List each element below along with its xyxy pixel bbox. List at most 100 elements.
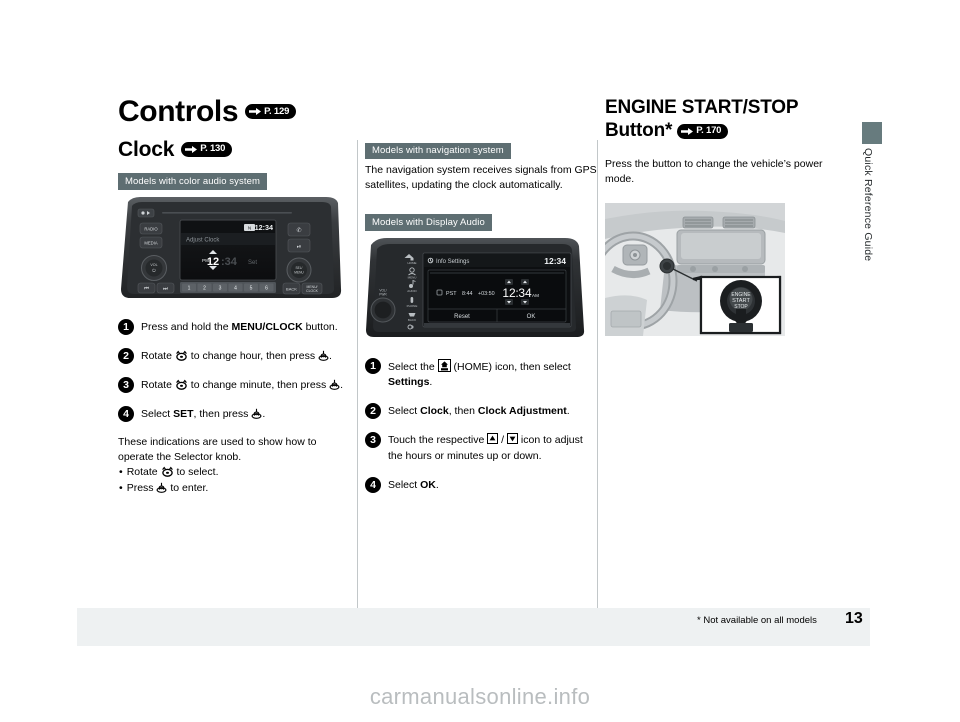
step-1-post: button. xyxy=(302,320,338,333)
svg-text:34: 34 xyxy=(518,286,532,300)
page-reference-129-label: P. 129 xyxy=(264,106,290,117)
bullet-rotate-post: to select. xyxy=(173,466,219,479)
selector-rotate-icon xyxy=(161,466,173,478)
step-2: 2 Rotate to change hour, then press . xyxy=(118,347,350,364)
display-audio-unit-svg: HOME MENU AUDIO PHONE BACK VOL/ PWR Info… xyxy=(366,237,585,337)
svg-text:⏻: ⏻ xyxy=(152,268,156,273)
home-icon xyxy=(437,358,451,372)
svg-text:Adjust Clock: Adjust Clock xyxy=(186,237,220,243)
column-divider-2 xyxy=(597,140,598,614)
svg-text:Info Settings: Info Settings xyxy=(436,259,469,265)
step-2-text: Rotate to change hour, then press . xyxy=(141,348,332,364)
page-number: 13 xyxy=(845,610,863,627)
bullet-rotate-text: Rotate to select. xyxy=(127,465,219,481)
svg-text:AM: AM xyxy=(532,293,539,298)
engine-title-line2: Button xyxy=(605,120,665,142)
bullet-rotate: • Rotate to select. xyxy=(119,465,350,481)
page-reference-129[interactable]: P. 129 xyxy=(245,104,297,120)
bullet-rotate-pre: Rotate xyxy=(126,466,161,479)
svg-text:1: 1 xyxy=(188,285,191,291)
step-4-post: , then press xyxy=(193,408,252,421)
svg-text:AUDIO: AUDIO xyxy=(407,289,417,293)
steps-color-audio: 1 Press and hold the MENU/CLOCK button. … xyxy=(118,318,350,423)
da-step-1-pre: Select the xyxy=(388,360,438,373)
step-3-tail: . xyxy=(340,379,344,392)
svg-text:12:34: 12:34 xyxy=(255,223,273,232)
step-1: 1 Press and hold the MENU/CLOCK button. xyxy=(118,318,350,335)
step-2-number: 2 xyxy=(118,347,134,364)
svg-text:✆: ✆ xyxy=(296,227,301,234)
bullet-press-pre: Press xyxy=(126,482,157,495)
da-step-2-bold2: Clock Adjustment xyxy=(477,405,567,418)
selector-rotate-icon xyxy=(175,379,187,390)
step-3-number: 3 xyxy=(118,377,134,394)
step-3-post: to change minute, then press xyxy=(187,379,330,392)
page-reference-170[interactable]: P. 170 xyxy=(677,123,729,139)
bullet-press-text: Press to enter. xyxy=(127,481,209,497)
step-4-tail: . xyxy=(262,408,266,421)
da-step-3: 3 Touch the respective / icon to adjust … xyxy=(365,432,597,463)
selector-rotate-icon xyxy=(175,350,187,361)
badge-color-audio: Models with color audio system xyxy=(118,173,267,190)
step-3: 3 Rotate to change minute, then press . xyxy=(118,377,350,394)
bullet-press: • Press to enter. xyxy=(119,481,350,497)
da-step-4-tail: . xyxy=(435,478,439,491)
page-reference-170-label: P. 170 xyxy=(696,125,722,137)
svg-text:BACK: BACK xyxy=(286,286,297,291)
svg-text:12: 12 xyxy=(502,286,516,300)
page-columns: Controls P. 129 Clock P. 130 Models with… xyxy=(118,96,858,616)
step-2-tail: . xyxy=(329,349,332,362)
arrow-down-icon xyxy=(507,433,518,445)
page-title-text: Controls xyxy=(118,95,239,128)
footnote-text: * Not available on all models xyxy=(697,615,817,626)
page-reference-130[interactable]: P. 130 xyxy=(181,141,233,157)
step-4-pre: Select xyxy=(141,408,174,421)
selector-press-icon xyxy=(329,379,340,390)
column-middle: Models with navigation system The naviga… xyxy=(365,96,597,506)
badge-display-audio: Models with Display Audio xyxy=(365,214,492,231)
section-tab: Quick Reference Guide xyxy=(862,122,882,282)
svg-text:3: 3 xyxy=(219,285,222,291)
da-step-4-number: 4 xyxy=(365,476,381,493)
da-step-2-bold: Clock xyxy=(420,405,449,418)
svg-text:OK: OK xyxy=(527,314,536,320)
svg-text:2: 2 xyxy=(203,285,206,291)
step-1-number: 1 xyxy=(118,318,134,335)
page-title: Controls P. 129 xyxy=(118,96,350,128)
bullet-dot: • xyxy=(119,482,123,495)
svg-text:6: 6 xyxy=(265,285,268,291)
step-2-post: to change hour, then press xyxy=(187,349,319,362)
svg-text:Reset: Reset xyxy=(454,314,470,320)
section-tab-block xyxy=(862,122,882,144)
column-divider-1 xyxy=(357,140,358,614)
svg-text:N: N xyxy=(248,225,251,230)
da-step-4-bold: OK xyxy=(420,478,436,491)
engine-title-asterisk: * xyxy=(665,120,673,142)
da-step-4-text: Select OK. xyxy=(388,477,439,493)
step-3-pre: Rotate xyxy=(141,379,175,392)
bullet-press-post: to enter. xyxy=(167,482,209,495)
da-step-1-number: 1 xyxy=(365,357,381,374)
engine-title-line1: ENGINE START/STOP xyxy=(605,97,799,118)
interior-dashboard-svg: ENGINE START STOP xyxy=(588,203,785,337)
step-3-text: Rotate to change minute, then press . xyxy=(141,377,343,393)
da-step-1-bold: Settings xyxy=(388,376,430,389)
da-step-1-mid: (HOME) icon, then select xyxy=(450,360,571,373)
svg-text:SEL/: SEL/ xyxy=(296,266,303,270)
svg-text:Set: Set xyxy=(248,260,257,266)
figure-engine-start-stop: ENGINE START STOP xyxy=(588,193,845,341)
svg-text:HOME: HOME xyxy=(408,261,417,265)
svg-text:MEDIA: MEDIA xyxy=(144,240,157,245)
selector-knob-note: These indications are used to show how t… xyxy=(118,436,317,464)
figure-color-audio-system: RADIO MEDIA VOL ⏻ ⏮ ⏭ N 12:34 Adjust Clo… xyxy=(118,196,350,305)
da-step-3-text: Touch the respective / icon to adjust th… xyxy=(388,432,597,463)
da-step-2-number: 2 xyxy=(365,403,381,420)
selector-press-icon xyxy=(156,482,167,493)
svg-text:8:44: 8:44 xyxy=(462,291,473,297)
engine-button-intro: Press the button to change the vehicle’s… xyxy=(605,158,823,186)
footer-band xyxy=(77,608,870,646)
color-audio-unit-svg: RADIO MEDIA VOL ⏻ ⏮ ⏭ N 12:34 Adjust Clo… xyxy=(121,196,342,298)
da-step-3-number: 3 xyxy=(365,432,381,449)
navigation-clock-text: The navigation system receives signals f… xyxy=(365,164,597,191)
svg-text:12:34: 12:34 xyxy=(544,256,566,266)
